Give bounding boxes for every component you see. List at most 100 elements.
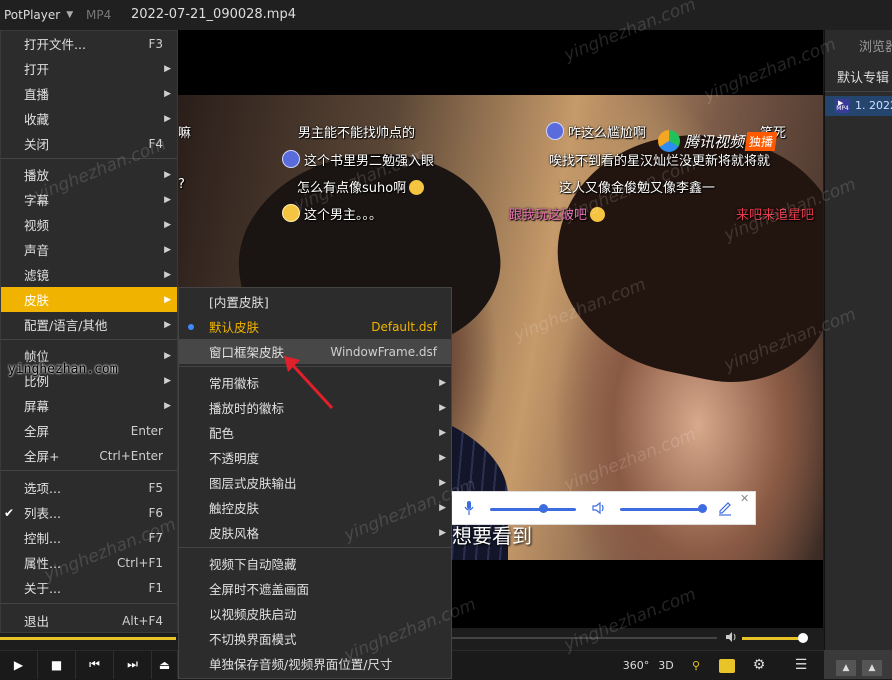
menu-item-shortcut: F5 — [148, 480, 163, 495]
vr-360-button[interactable]: 360° — [623, 655, 650, 675]
menu-item-config[interactable]: 配置/语言/其他 ▶ — [1, 312, 177, 337]
submenu-item-opacity[interactable]: 不透明度 ▶ — [179, 445, 451, 470]
submenu-item-label: 触控皮肤 — [209, 501, 260, 516]
next-button[interactable]: ⏭ — [114, 650, 152, 679]
menu-separator — [1, 470, 177, 471]
menu-item-screen[interactable]: 屏幕 ▶ — [1, 393, 177, 418]
menu-item-label: 配置/语言/其他 — [24, 318, 108, 333]
menu-item-fullscreen[interactable]: 全屏 Enter — [1, 418, 177, 443]
subtitle-list-icon[interactable] — [719, 659, 735, 673]
menu-item-shortcut: Alt+F4 — [122, 613, 163, 628]
microphone-slider[interactable] — [490, 508, 576, 511]
submenu-arrow-icon: ▶ — [164, 319, 171, 330]
danmaku-comment: 嘛 — [178, 126, 192, 141]
menu-item-skin[interactable]: 皮肤 ▶ — [1, 287, 177, 312]
menu-item-label: 退出 — [24, 614, 50, 629]
logo-text: 腾讯视频 — [684, 132, 745, 151]
submenu-item-builtin-skin[interactable]: [内置皮肤] — [179, 289, 451, 314]
submenu-arrow-icon: ▶ — [164, 113, 171, 124]
tencent-play-icon — [658, 130, 680, 152]
submenu-item-color-scheme[interactable]: 配色 ▶ — [179, 420, 451, 445]
menu-item-label: 屏幕 — [24, 399, 50, 414]
menu-item-label: 直播 — [24, 87, 50, 102]
menu-item-live[interactable]: 直播 ▶ — [1, 81, 177, 106]
submenu-arrow-icon: ▶ — [439, 527, 446, 538]
menu-item-fullscreen-plus[interactable]: 全屏+ Ctrl+Enter — [1, 443, 177, 468]
menu-item-label: 视频 — [24, 218, 50, 233]
playlist-panel: 浏览器 默认专辑 MP4 1. 2022-07 — [824, 30, 892, 650]
menu-item-favorites[interactable]: 收藏 ▶ — [1, 106, 177, 131]
menu-item-subtitles[interactable]: 字幕 ▶ — [1, 187, 177, 212]
submenu-arrow-icon: ▶ — [164, 375, 171, 386]
menu-item-exit[interactable]: 退出 Alt+F4 — [1, 608, 177, 633]
submenu-item-fullscreen-no-cover[interactable]: 全屏时不遮盖画面 — [179, 576, 451, 601]
speaker-slider-knob[interactable] — [698, 504, 707, 513]
menu-item-open-file[interactable]: 打开文件... F3 — [1, 31, 177, 56]
submenu-item-default-skin[interactable]: 默认皮肤 Default.dsf — [179, 314, 451, 339]
submenu-item-label: 视频下自动隐藏 — [209, 557, 297, 572]
tab-default-album[interactable]: 默认专辑 — [837, 67, 889, 86]
menu-item-filters[interactable]: 滤镜 ▶ — [1, 262, 177, 287]
format-label: MP4 — [86, 8, 112, 22]
stop-icon: ■ — [50, 657, 63, 672]
eject-button[interactable]: ⏏ — [152, 650, 178, 679]
move-up-icon[interactable]: ▲ — [862, 660, 882, 676]
danmaku-comment: 男主能不能找帅点的 — [298, 126, 416, 141]
submenu-arrow-icon: ▶ — [164, 63, 171, 74]
menu-item-options[interactable]: 选项... F5 — [1, 475, 177, 500]
submenu-arrow-icon: ▶ — [439, 427, 446, 438]
menu-item-audio[interactable]: 声音 ▶ — [1, 237, 177, 262]
selected-dot-icon — [188, 324, 194, 330]
menu-item-label: 全屏 — [24, 424, 50, 439]
menu-item-label: 关闭 — [24, 137, 50, 152]
pen-icon[interactable] — [718, 500, 732, 516]
gear-icon[interactable]: ⚙ — [750, 655, 768, 675]
divider — [825, 91, 892, 92]
menu-item-video[interactable]: 视频 ▶ — [1, 212, 177, 237]
menu-icon[interactable]: ☰ — [792, 655, 810, 675]
audio-overlay-panel: ✕ — [451, 491, 756, 525]
submenu-arrow-icon: ▶ — [164, 294, 171, 305]
submenu-item-layered-output[interactable]: 图层式皮肤输出 ▶ — [179, 470, 451, 495]
volume-slider-knob[interactable] — [798, 633, 808, 643]
previous-button[interactable]: ⏮ — [76, 650, 114, 679]
menu-item-about[interactable]: 关于... F1 — [1, 575, 177, 600]
volume-icon[interactable] — [725, 631, 739, 643]
submenu-item-auto-hide[interactable]: 视频下自动隐藏 — [179, 551, 451, 576]
submenu-arrow-icon: ▶ — [164, 244, 171, 255]
microphone-icon[interactable] — [464, 501, 474, 515]
close-icon[interactable]: ✕ — [740, 492, 749, 505]
submenu-item-label: 图层式皮肤输出 — [209, 476, 297, 491]
move-top-icon[interactable]: ▲ — [836, 660, 856, 676]
submenu-arrow-icon: ▶ — [164, 169, 171, 180]
submenu-arrow-icon: ▶ — [439, 452, 446, 463]
danmaku-comment: 咋这么尴尬啊 — [546, 122, 646, 141]
submenu-item-label: [内置皮肤] — [209, 295, 269, 310]
menu-item-label: 列表... — [24, 506, 61, 521]
speaker-icon[interactable] — [592, 501, 606, 515]
app-name: PotPlayer — [4, 8, 61, 22]
menu-item-label: 全屏+ — [24, 449, 60, 464]
submenu-item-label: 皮肤风格 — [209, 526, 260, 541]
submenu-item-skin-style[interactable]: 皮肤风格 ▶ — [179, 520, 451, 545]
submenu-item-label: 配色 — [209, 426, 235, 441]
menu-item-playlist[interactable]: ✔ 列表... F6 — [1, 500, 177, 525]
vip-badge-icon — [546, 122, 564, 140]
menu-item-label: 控制... — [24, 531, 61, 546]
speaker-slider[interactable] — [620, 508, 706, 511]
3d-button[interactable]: 3D — [656, 655, 676, 675]
play-button[interactable]: ▶ — [0, 650, 38, 679]
app-menu-button[interactable]: PotPlayer ▼ — [0, 0, 80, 30]
menu-item-label: 滤镜 — [24, 268, 50, 283]
volume-slider[interactable] — [742, 637, 804, 640]
submenu-item-save-position[interactable]: 单独保存音频/视频界面位置/尺寸 — [179, 651, 451, 676]
tab-browser[interactable]: 浏览器 — [859, 36, 892, 55]
submenu-item-file: Default.dsf — [371, 319, 437, 334]
emoji-icon — [409, 180, 425, 195]
menu-item-open[interactable]: 打开 ▶ — [1, 56, 177, 81]
seek-progress[interactable] — [0, 637, 176, 640]
search-icon[interactable]: ⚲ — [687, 655, 705, 675]
stop-button[interactable]: ■ — [38, 650, 76, 679]
microphone-slider-knob[interactable] — [539, 504, 548, 513]
chevron-down-icon: ▼ — [66, 10, 74, 20]
